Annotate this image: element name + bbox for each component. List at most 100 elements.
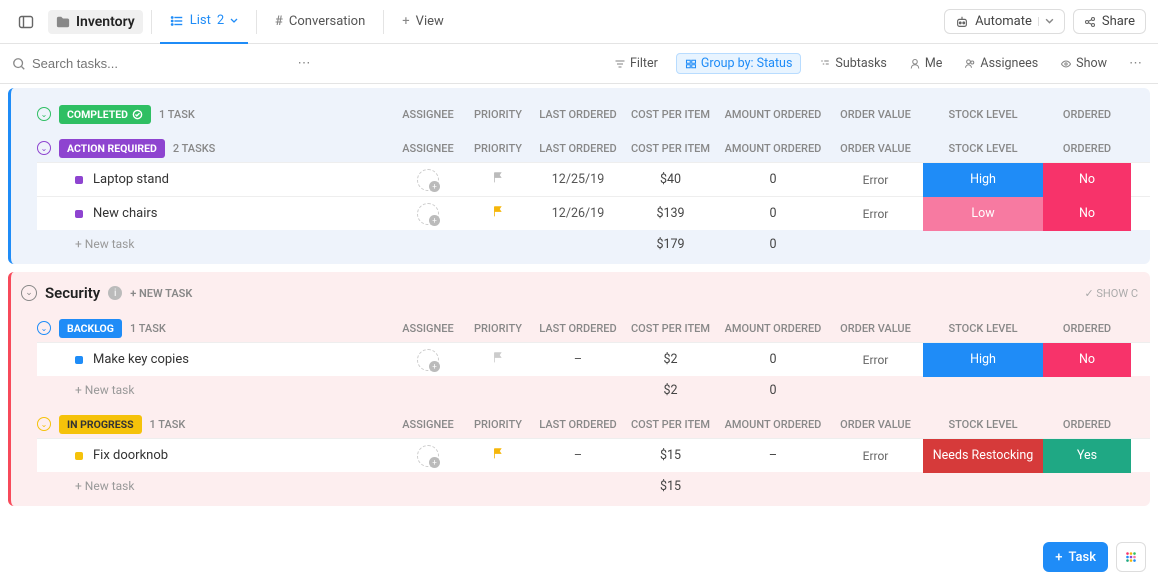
cell-priority[interactable] (463, 205, 533, 222)
cell-stock[interactable]: Low (923, 197, 1043, 231)
cell-amount[interactable]: 0 (718, 206, 828, 221)
cell-priority[interactable] (463, 447, 533, 464)
cell-amount[interactable]: – (718, 448, 828, 463)
col-priority: PRIORITY (463, 418, 533, 431)
groupby-button[interactable]: Group by: Status (676, 53, 802, 74)
me-button[interactable]: Me (905, 54, 947, 73)
new-task-header-link[interactable]: + NEW TASK (130, 287, 192, 300)
automate-button[interactable]: Automate (944, 9, 1065, 34)
chevron-down-icon[interactable] (1038, 17, 1054, 26)
content-area: ⌄ COMPLETED 1 TASK ASSIGNEE PRIORITY LAS… (0, 84, 1158, 584)
status-pill[interactable]: BACKLOG (59, 319, 122, 338)
cell-assignee[interactable] (393, 169, 463, 191)
new-task-fab[interactable]: + Task (1043, 542, 1108, 572)
filter-label: Filter (630, 56, 658, 71)
cell-stock[interactable]: Needs Restocking (923, 439, 1043, 473)
folder-chip[interactable]: Inventory (48, 10, 143, 34)
show-closed-link[interactable]: ✓ SHOW C (1084, 287, 1146, 300)
cell-lastordered[interactable]: – (533, 448, 623, 463)
list-header: ⌄ Security i + NEW TASK ✓ SHOW C (17, 278, 1150, 308)
cell-assignee[interactable] (393, 203, 463, 225)
cell-assignee[interactable] (393, 445, 463, 467)
search-wrap[interactable] (12, 56, 279, 71)
cell-ordervalue[interactable]: Error (828, 449, 923, 463)
col-ordered: ORDERED (1043, 108, 1131, 121)
cell-ordered[interactable]: No (1043, 163, 1131, 197)
info-icon[interactable]: i (108, 286, 122, 300)
col-ordervalue: ORDER VALUE (828, 142, 923, 155)
apps-fab[interactable] (1116, 542, 1146, 572)
cell-stock[interactable]: High (923, 163, 1043, 197)
status-pill[interactable]: COMPLETED (59, 105, 151, 124)
task-count: 1 TASK (159, 108, 195, 121)
cell-ordered[interactable]: Yes (1043, 439, 1131, 473)
status-pill[interactable]: ACTION REQUIRED (59, 139, 165, 158)
task-row[interactable]: New chairs 12/26/19 $139 0 Error Low No (37, 196, 1150, 230)
col-stock: STOCK LEVEL (923, 418, 1043, 431)
cell-ordered[interactable]: No (1043, 343, 1131, 377)
cell-amount[interactable]: 0 (718, 172, 828, 187)
automate-label: Automate (975, 14, 1032, 29)
summary-row: + New task $2 0 (37, 376, 1150, 404)
collapse-status-icon[interactable]: ⌄ (37, 141, 51, 155)
collapse-sidebar-icon[interactable] (12, 8, 40, 36)
tab-list[interactable]: List 2 (160, 0, 248, 44)
cell-cost[interactable]: $15 (623, 448, 718, 463)
collapse-status-icon[interactable]: ⌄ (37, 321, 51, 335)
tab-conversation[interactable]: # Conversation (265, 0, 375, 44)
col-cost: COST PER ITEM (623, 142, 718, 155)
assignee-placeholder-icon[interactable] (417, 169, 439, 191)
cell-assignee[interactable] (393, 349, 463, 371)
more-icon[interactable]: ⋯ (293, 52, 314, 75)
cell-cost[interactable]: $139 (623, 206, 718, 221)
new-task-link[interactable]: + New task (75, 376, 134, 404)
cell-ordervalue[interactable]: Error (828, 173, 923, 187)
toolbar-more-icon[interactable]: ⋯ (1125, 52, 1146, 75)
cell-lastordered[interactable]: – (533, 352, 623, 367)
col-ordered: ORDERED (1043, 142, 1131, 155)
groupby-label: Group by: Status (701, 56, 793, 71)
cell-ordervalue[interactable]: Error (828, 207, 923, 221)
cell-cost[interactable]: $2 (623, 352, 718, 367)
status-pill[interactable]: IN PROGRESS (59, 415, 142, 434)
cell-priority[interactable] (463, 351, 533, 368)
task-row[interactable]: Laptop stand 12/25/19 $40 0 Error High N… (37, 162, 1150, 196)
cell-priority[interactable] (463, 171, 533, 188)
collapse-status-icon[interactable]: ⌄ (37, 107, 51, 121)
cell-ordered[interactable]: No (1043, 197, 1131, 231)
fab-wrap: + Task (1043, 542, 1146, 572)
list-icon (170, 14, 184, 28)
col-assignee: ASSIGNEE (393, 108, 463, 121)
cell-ordervalue[interactable]: Error (828, 353, 923, 367)
cell-amount[interactable]: 0 (718, 352, 828, 367)
assignees-button[interactable]: Assignees (960, 54, 1042, 73)
task-title: New chairs (93, 206, 157, 221)
list-title[interactable]: Security (45, 284, 100, 302)
assignee-placeholder-icon[interactable] (417, 203, 439, 225)
task-row[interactable]: Fix doorknob – $15 – Error Needs Restock… (37, 438, 1150, 472)
cell-lastordered[interactable]: 12/25/19 (533, 172, 623, 187)
filter-button[interactable]: Filter (610, 54, 662, 73)
share-button[interactable]: Share (1073, 9, 1146, 34)
collapse-status-icon[interactable]: ⌄ (37, 417, 51, 431)
task-row[interactable]: Make key copies – $2 0 Error High No (37, 342, 1150, 376)
show-button[interactable]: Show (1056, 54, 1111, 73)
subtasks-button[interactable]: Subtasks (815, 54, 890, 73)
new-task-link[interactable]: + New task (75, 472, 134, 500)
assignee-placeholder-icon[interactable] (417, 349, 439, 371)
task-title: Make key copies (93, 352, 189, 367)
cell-lastordered[interactable]: 12/26/19 (533, 206, 623, 221)
cell-cost[interactable]: $40 (623, 172, 718, 187)
search-input[interactable] (32, 56, 172, 71)
tab-count: 2 (217, 13, 224, 28)
cell-stock[interactable]: High (923, 343, 1043, 377)
status-section: ⌄ IN PROGRESS 1 TASK ASSIGNEE PRIORITY L… (37, 410, 1150, 500)
collapse-list-icon[interactable]: ⌄ (21, 285, 37, 301)
chevron-down-icon (230, 17, 238, 25)
col-stock: STOCK LEVEL (923, 142, 1043, 155)
tab-add-view[interactable]: + View (392, 0, 454, 44)
new-task-link[interactable]: + New task (75, 230, 134, 258)
status-header: ⌄ COMPLETED 1 TASK ASSIGNEE PRIORITY LAS… (37, 100, 1150, 128)
assignee-placeholder-icon[interactable] (417, 445, 439, 467)
robot-icon (955, 15, 969, 29)
